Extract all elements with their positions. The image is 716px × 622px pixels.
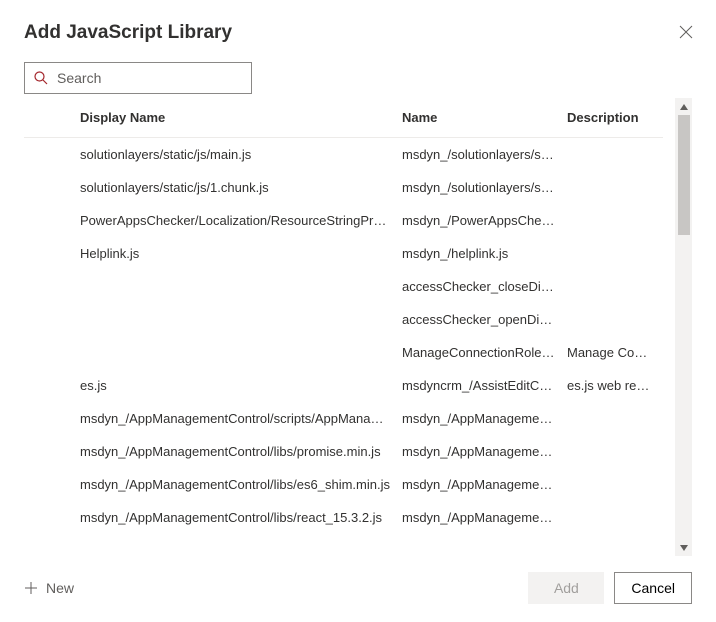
cell-display-name: msdyn_/AppManagementControl/libs/react_1… [80,510,402,525]
cell-name: msdyn_/solutionlayers/sta... [402,147,567,162]
cell-description [567,246,663,261]
scrollbar-thumb[interactable] [678,115,690,235]
table-row[interactable]: ManageConnectionRoles....Manage Connect.… [24,336,663,369]
table-row[interactable]: Helplink.jsmsdyn_/helplink.js [24,237,663,270]
table-row[interactable]: accessChecker_closeDialo... [24,270,663,303]
cell-description [567,180,663,195]
cell-display-name: msdyn_/AppManagementControl/libs/es6_shi… [80,477,402,492]
cell-name: msdyn_/solutionlayers/sta... [402,180,567,195]
new-button[interactable]: New [24,580,74,596]
new-button-label: New [46,580,74,596]
dialog-header: Add JavaScript Library [24,22,692,44]
table-row[interactable]: msdyn_/AppManagementControl/libs/react_1… [24,501,663,534]
cell-description [567,312,663,327]
cell-display-name: solutionlayers/static/js/main.js [80,147,402,162]
chevron-up-icon [680,104,688,110]
cell-description [567,279,663,294]
table-row[interactable]: accessChecker_openDialo... [24,303,663,336]
cell-name: msdyn_/AppManagement... [402,510,567,525]
cell-display-name: msdyn_/AppManagementControl/libs/promise… [80,444,402,459]
close-button[interactable] [676,22,696,42]
cell-description [567,411,663,426]
add-js-library-dialog: Add JavaScript Library Display Name Name… [0,0,716,622]
cell-description: es.js web resource. [567,378,663,393]
col-header-description[interactable]: Description [567,110,663,125]
cell-display-name [80,345,402,360]
library-table: Display Name Name Description solutionla… [24,98,663,556]
cell-name: msdyncrm_/AssistEditCon... [402,378,567,393]
cell-display-name: Helplink.js [80,246,402,261]
cell-name: accessChecker_closeDialo... [402,279,567,294]
table-row[interactable]: msdyn_/AppManagementControl/libs/es6_shi… [24,468,663,501]
cell-display-name [80,279,402,294]
table-row[interactable]: solutionlayers/static/js/1.chunk.jsmsdyn… [24,171,663,204]
cell-description [567,477,663,492]
table-headers: Display Name Name Description [24,98,663,138]
dialog-title: Add JavaScript Library [24,22,232,44]
cell-description [567,147,663,162]
scroll-down-button[interactable] [676,539,692,556]
plus-icon [24,581,38,595]
cell-name: msdyn_/AppManagement... [402,444,567,459]
cell-description [567,213,663,228]
cell-description [567,444,663,459]
vertical-scrollbar[interactable] [675,98,692,556]
table-rows: solutionlayers/static/js/main.jsmsdyn_/s… [24,138,663,534]
close-icon [679,25,693,39]
table-row[interactable]: msdyn_/AppManagementControl/scripts/AppM… [24,402,663,435]
chevron-down-icon [680,545,688,551]
cell-display-name: msdyn_/AppManagementControl/scripts/AppM… [80,411,402,426]
table-row[interactable]: PowerAppsChecker/Localization/ResourceSt… [24,204,663,237]
scrollbar-track[interactable] [676,115,692,539]
cell-description: Manage Connect... [567,345,663,360]
cell-name: msdyn_/helplink.js [402,246,567,261]
search-box[interactable] [24,62,252,94]
cell-name: accessChecker_openDialo... [402,312,567,327]
table-row[interactable]: solutionlayers/static/js/main.jsmsdyn_/s… [24,138,663,171]
add-button[interactable]: Add [528,572,604,604]
search-input[interactable] [57,70,243,86]
cell-name: ManageConnectionRoles.... [402,345,567,360]
col-header-display-name[interactable]: Display Name [80,110,402,125]
cell-display-name [80,312,402,327]
cell-name: msdyn_/PowerAppsCheck... [402,213,567,228]
search-icon [33,70,49,86]
dialog-body: Display Name Name Description solutionla… [24,98,692,556]
col-header-name[interactable]: Name [402,110,567,125]
cell-display-name: es.js [80,378,402,393]
cell-display-name: solutionlayers/static/js/1.chunk.js [80,180,402,195]
dialog-footer: New Add Cancel [24,556,692,604]
cell-display-name: PowerAppsChecker/Localization/ResourceSt… [80,213,402,228]
cell-name: msdyn_/AppManagement... [402,477,567,492]
cell-name: msdyn_/AppManagement... [402,411,567,426]
cancel-button[interactable]: Cancel [614,572,692,604]
cell-description [567,510,663,525]
table-row[interactable]: es.jsmsdyncrm_/AssistEditCon...es.js web… [24,369,663,402]
table-row[interactable]: msdyn_/AppManagementControl/libs/promise… [24,435,663,468]
scroll-up-button[interactable] [676,98,692,115]
footer-actions: Add Cancel [528,572,692,604]
